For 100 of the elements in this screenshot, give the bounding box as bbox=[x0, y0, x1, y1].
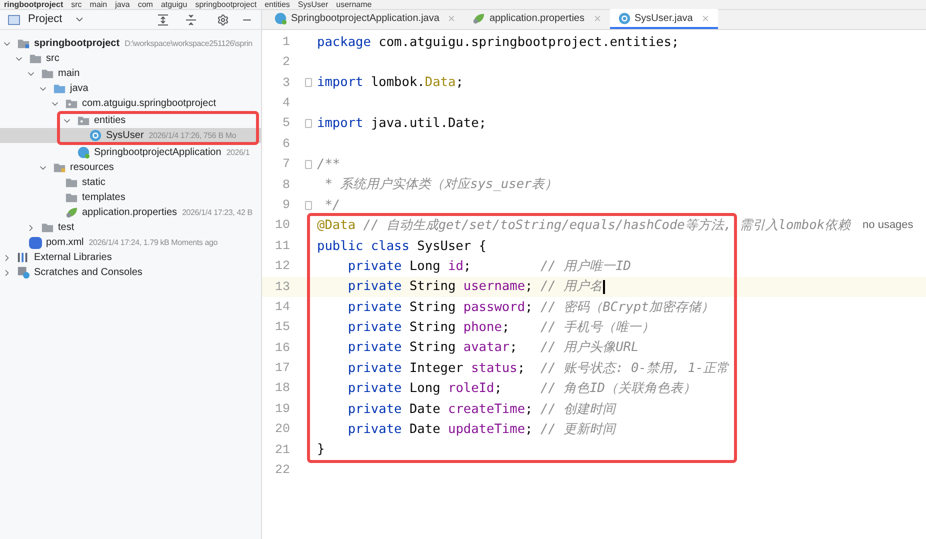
fold-marker-icon[interactable] bbox=[305, 200, 312, 210]
folder-icon bbox=[65, 176, 78, 189]
close-icon[interactable] bbox=[700, 14, 710, 22]
tree-item-label: application.properties bbox=[82, 206, 178, 220]
folder-icon bbox=[53, 82, 66, 95]
breadcrumb-item[interactable]: com bbox=[138, 0, 153, 8]
code-line: */ bbox=[324, 196, 340, 215]
expand-all-icon[interactable] bbox=[157, 14, 169, 26]
code-line: private String username; // 用户名 bbox=[346, 278, 605, 296]
breadcrumb-item[interactable]: java bbox=[115, 0, 130, 8]
editor-tab[interactable]: SpringbootprojectApplication.java bbox=[266, 9, 464, 29]
tree-item[interactable]: static bbox=[0, 175, 261, 190]
tree-item[interactable]: test bbox=[0, 220, 261, 235]
line-number: 9 bbox=[281, 196, 291, 214]
tree-item[interactable]: templates bbox=[0, 190, 261, 205]
breadcrumb-item[interactable]: springbootproject bbox=[195, 0, 257, 8]
line-number: 6 bbox=[281, 136, 291, 153]
scratches-icon bbox=[17, 266, 30, 279]
panel-title[interactable]: Project bbox=[28, 11, 62, 28]
line-number: 18 bbox=[274, 380, 291, 398]
line-number: 7 bbox=[281, 156, 291, 174]
tree-item-meta: D:\workspace\workspace251126\sprin bbox=[124, 38, 252, 50]
line-number: 20 bbox=[274, 421, 291, 438]
tree-item-label: springbootproject bbox=[34, 37, 120, 51]
tree-item-meta: 2026/1/4 17:24, 1.79 kB Moments ago bbox=[88, 236, 218, 248]
class-icon bbox=[274, 12, 287, 24]
libraries-icon bbox=[17, 251, 30, 264]
tree-item-label: resources bbox=[70, 161, 114, 175]
tree-item-label: Scratches and Consoles bbox=[34, 266, 142, 280]
folder-icon bbox=[65, 97, 78, 110]
code-line: private Integer status; // 账号状态: 0-禁用, 1-正常 bbox=[346, 360, 730, 378]
tree-item-label: SpringbootprojectApplication bbox=[94, 146, 222, 160]
leaf-icon bbox=[472, 12, 486, 24]
code-line: private String phone; // 手机号（唯一） bbox=[346, 319, 655, 338]
line-number: 22 bbox=[274, 462, 291, 480]
tree-item-label: External Libraries bbox=[34, 251, 112, 265]
line-number: 14 bbox=[274, 298, 291, 316]
breadcrumb-item[interactable]: ringbootproject bbox=[4, 0, 64, 8]
tree-item[interactable]: com.atguigu.springbootproject bbox=[0, 96, 261, 111]
code-line: package com.atguigu.springbootproject.entities; bbox=[317, 34, 680, 52]
collapse-all-icon[interactable] bbox=[185, 14, 197, 26]
breadcrumb-item[interactable]: username bbox=[336, 0, 372, 8]
line-number: 21 bbox=[274, 442, 291, 459]
line-number: 1 bbox=[281, 34, 291, 51]
tree-item[interactable]: Scratches and Consoles bbox=[0, 265, 261, 280]
fold-marker-icon[interactable] bbox=[305, 119, 312, 128]
code-line: @Data // 自动生成get/set/toString/equals/hashCode等方法, 需引入lombok依赖 no usages bbox=[317, 217, 914, 236]
fold-marker-icon[interactable] bbox=[305, 78, 312, 88]
breadcrumb-item[interactable]: SysUser bbox=[298, 0, 328, 8]
tree-item[interactable]: resources bbox=[0, 160, 261, 175]
code-line: import java.util.Date; bbox=[317, 115, 487, 134]
tree-item-label: entities bbox=[94, 114, 126, 128]
tree-item[interactable]: External Libraries bbox=[0, 250, 261, 265]
leaf-icon bbox=[65, 206, 78, 219]
tree-item[interactable]: pom.xml 2026/1/4 17:24, 1.79 kB Moments ago bbox=[0, 235, 261, 250]
fold-marker-icon[interactable] bbox=[305, 160, 312, 170]
tree-item[interactable]: entities bbox=[0, 113, 261, 128]
breadcrumb-item[interactable]: main bbox=[90, 0, 108, 8]
tree-item-label: static bbox=[82, 176, 106, 190]
line-number: 3 bbox=[281, 74, 291, 92]
code-line: public class SysUser { bbox=[317, 238, 486, 256]
tree-item[interactable]: main bbox=[0, 66, 261, 81]
tree-item-label: src bbox=[46, 52, 60, 66]
editor-tab[interactable]: application.properties bbox=[464, 9, 610, 29]
tree-item[interactable]: SysUser 2026/1/4 17:26, 756 B Mo bbox=[0, 128, 261, 143]
editor-tab[interactable]: SysUser.java bbox=[610, 9, 718, 29]
breadcrumb-item[interactable]: src bbox=[71, 0, 82, 8]
class-icon bbox=[618, 12, 630, 24]
code-line: } bbox=[317, 441, 325, 460]
tree-item-meta: 2026/1/4 17:26, 756 B Mo bbox=[148, 130, 236, 142]
tree-item-label: pom.xml bbox=[46, 236, 84, 250]
code-line: private String avatar; // 用户头像URL bbox=[346, 339, 639, 358]
breadcrumb-item[interactable]: atguigu bbox=[160, 0, 188, 8]
line-number: 17 bbox=[274, 360, 291, 378]
code-line: * 系统用户实体类（对应sys_user表） bbox=[324, 176, 558, 194]
code-line: /** bbox=[317, 156, 340, 174]
line-number: 4 bbox=[281, 94, 291, 112]
code-line: private Long id; // 用户唯一ID bbox=[346, 258, 631, 276]
tree-item-label: main bbox=[58, 67, 80, 81]
class-icon bbox=[89, 129, 102, 142]
settings-icon[interactable] bbox=[217, 14, 229, 26]
code-line: private Date createTime; // 创建时间 bbox=[346, 400, 616, 419]
tree-item[interactable]: src bbox=[0, 51, 261, 66]
breadcrumb-item[interactable]: entities bbox=[264, 0, 290, 8]
tree-item-label: templates bbox=[82, 191, 126, 205]
code-line: private Date updateTime; // 更新时间 bbox=[346, 421, 616, 440]
tree-item[interactable]: SpringbootprojectApplication 2026/1 bbox=[0, 145, 261, 160]
folder-icon bbox=[17, 37, 30, 50]
folder-icon bbox=[29, 52, 42, 65]
folder-icon bbox=[53, 161, 66, 174]
line-number: 5 bbox=[281, 115, 291, 132]
folder-icon bbox=[65, 191, 78, 204]
code-line: private String password; // 密码（BCrypt加密存储） bbox=[346, 298, 714, 317]
tree-item[interactable]: application.properties 2026/1/4 17:23, 42 B bbox=[0, 205, 261, 220]
line-number: 2 bbox=[281, 54, 291, 72]
folder-icon bbox=[41, 221, 54, 234]
tree-item[interactable]: java bbox=[0, 81, 261, 96]
tree-item-label: test bbox=[58, 221, 74, 235]
tree-item[interactable]: springbootproject D:\workspace\workspace251126\sprin bbox=[0, 36, 261, 51]
line-number: 8 bbox=[281, 176, 291, 194]
